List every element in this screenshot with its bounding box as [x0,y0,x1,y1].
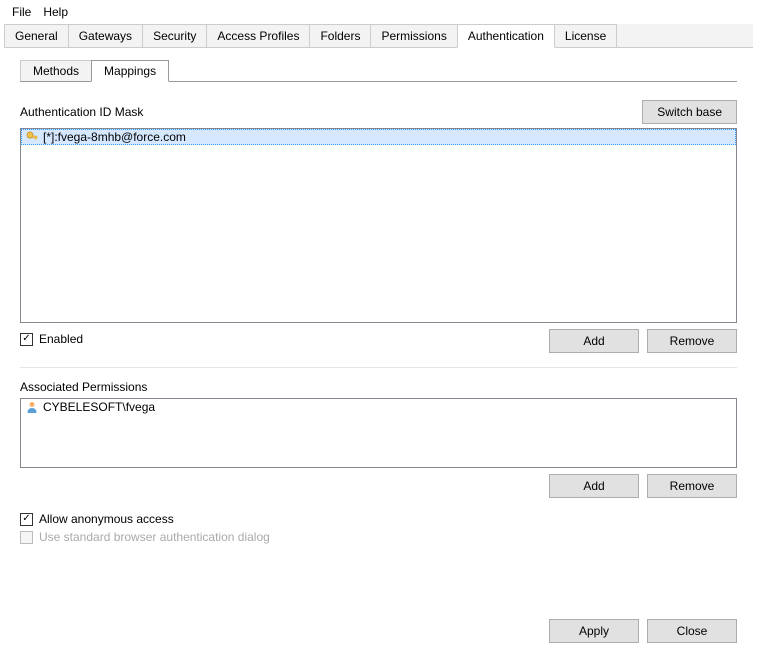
std-browser-checkbox-row: Use standard browser authentication dial… [20,530,737,544]
apply-button[interactable]: Apply [549,619,639,643]
menubar: File Help [0,0,757,24]
subtab-methods[interactable]: Methods [20,60,92,81]
enabled-checkbox-row[interactable]: Enabled [20,332,83,346]
permissions-list[interactable]: CYBELESOFT\fvega [20,398,737,468]
tab-license[interactable]: License [554,24,617,47]
anon-checkbox-row[interactable]: Allow anonymous access [20,512,737,526]
sub-tabs: Methods Mappings [20,60,737,82]
tab-general[interactable]: General [4,24,69,47]
permissions-label: Associated Permissions [20,380,737,394]
subtab-mappings[interactable]: Mappings [91,60,169,82]
tab-security[interactable]: Security [142,24,207,47]
dialog-footer: Apply Close [549,619,737,643]
tab-permissions[interactable]: Permissions [370,24,457,47]
switch-base-button[interactable]: Switch base [642,100,737,124]
list-item-text: [*]:fvega-8mhb@force.com [43,130,186,144]
auth-mask-list[interactable]: [*]:fvega-8mhb@force.com [20,128,737,323]
list-item[interactable]: CYBELESOFT\fvega [21,399,736,415]
content-area: Methods Mappings Authentication ID Mask … [0,48,757,560]
key-icon [25,130,39,144]
anon-label: Allow anonymous access [39,512,174,526]
divider [20,367,737,368]
auth-remove-button[interactable]: Remove [647,329,737,353]
std-browser-label: Use standard browser authentication dial… [39,530,270,544]
enabled-checkbox[interactable] [20,333,33,346]
anon-checkbox[interactable] [20,513,33,526]
list-item[interactable]: [*]:fvega-8mhb@force.com [21,129,736,145]
list-item-text: CYBELESOFT\fvega [43,400,155,414]
auth-add-button[interactable]: Add [549,329,639,353]
tab-gateways[interactable]: Gateways [68,24,143,47]
user-icon [25,400,39,414]
tab-folders[interactable]: Folders [309,24,371,47]
menu-file[interactable]: File [6,3,37,21]
menu-help[interactable]: Help [37,3,74,21]
main-tabs: General Gateways Security Access Profile… [4,24,753,48]
auth-mask-label: Authentication ID Mask [20,105,143,119]
tab-authentication[interactable]: Authentication [457,24,555,48]
perm-add-button[interactable]: Add [549,474,639,498]
std-browser-checkbox [20,531,33,544]
close-button[interactable]: Close [647,619,737,643]
tab-access-profiles[interactable]: Access Profiles [206,24,310,47]
enabled-label: Enabled [39,332,83,346]
perm-remove-button[interactable]: Remove [647,474,737,498]
